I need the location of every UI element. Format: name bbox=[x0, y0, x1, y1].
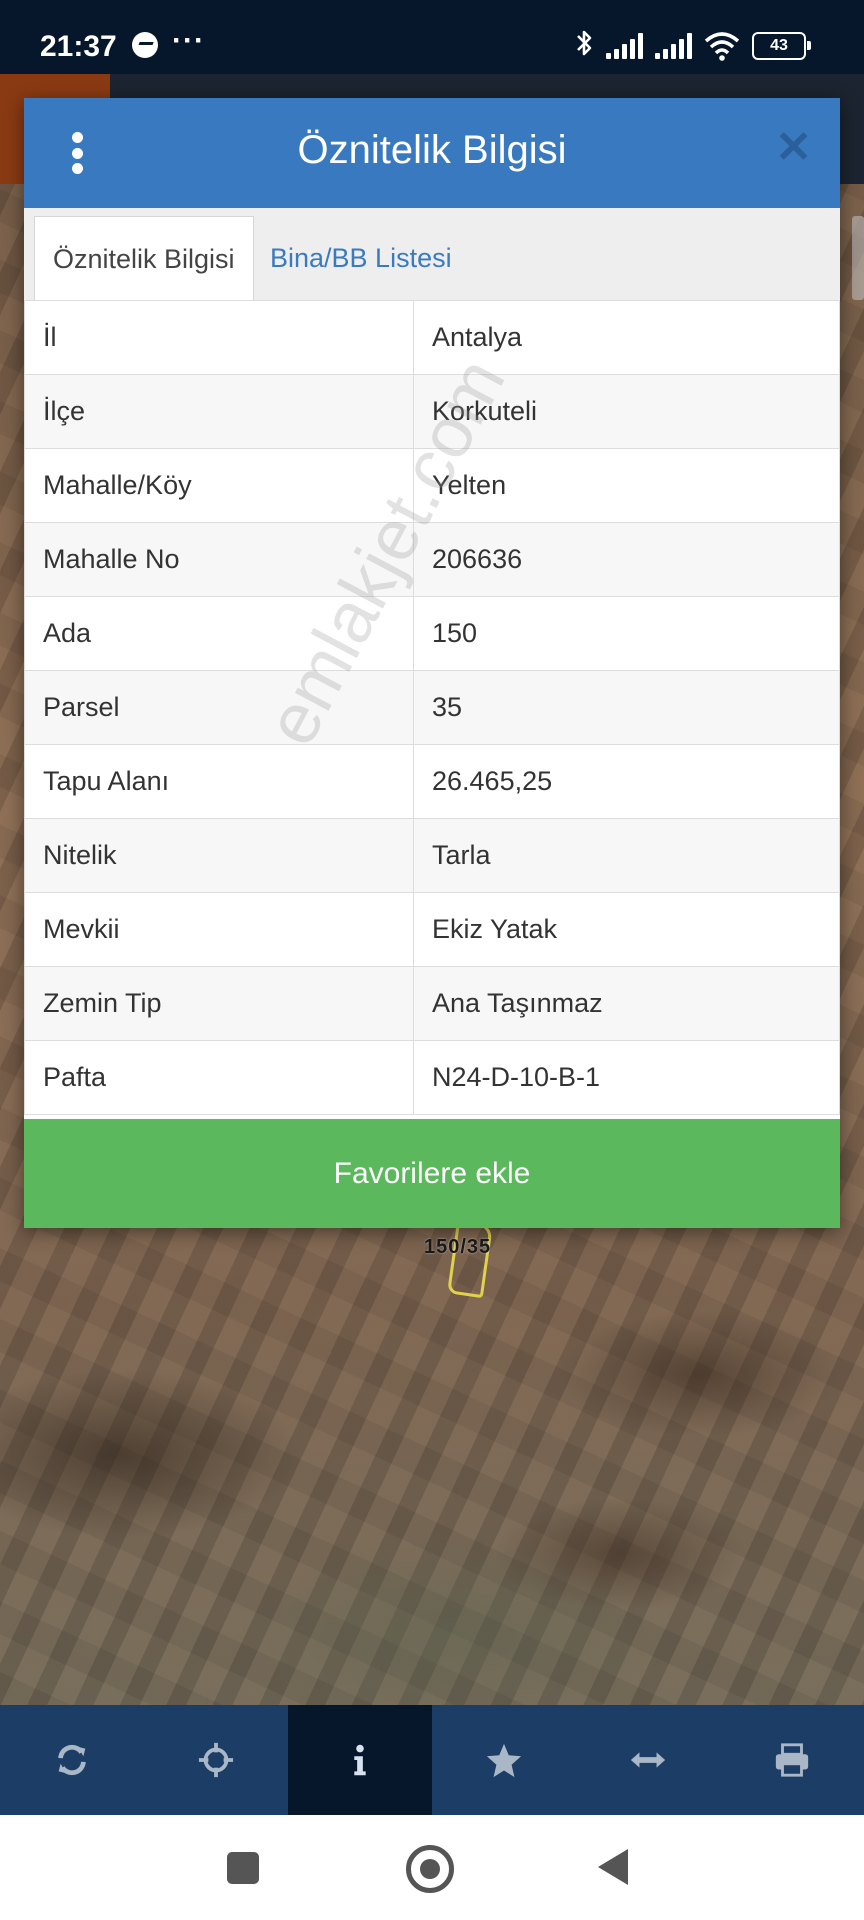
tab-attribute-info[interactable]: Öznitelik Bilgisi bbox=[34, 216, 254, 302]
dialog-header: Öznitelik Bilgisi ✕ bbox=[24, 98, 840, 208]
signal-icon-2 bbox=[655, 33, 692, 59]
print-icon bbox=[775, 1743, 809, 1777]
row-key: Mevkii bbox=[24, 892, 414, 967]
map-scrollbar[interactable] bbox=[852, 216, 864, 300]
attribute-table: İl Antalya İlçe Korkuteli Mahalle/Köy Yelte… bbox=[24, 300, 840, 1115]
row-value: 35 bbox=[413, 670, 840, 745]
table-row: Tapu Alanı 26.465,25 bbox=[24, 744, 840, 819]
row-value: 150 bbox=[413, 596, 840, 671]
row-value: N24-D-10-B-1 bbox=[413, 1040, 840, 1115]
row-key: Zemin Tip bbox=[24, 966, 414, 1041]
row-value: Korkuteli bbox=[413, 374, 840, 449]
row-key: Pafta bbox=[24, 1040, 414, 1115]
print-button[interactable] bbox=[720, 1705, 864, 1815]
row-value: Ana Taşınmaz bbox=[413, 966, 840, 1041]
row-value: Ekiz Yatak bbox=[413, 892, 840, 967]
parcel-label: 150/35 bbox=[424, 1236, 492, 1258]
messenger-icon bbox=[132, 32, 158, 58]
row-key: Mahalle/Köy bbox=[24, 448, 414, 523]
system-nav-bar bbox=[0, 1815, 864, 1920]
bottom-toolbar bbox=[0, 1705, 864, 1815]
row-value: Tarla bbox=[413, 818, 840, 893]
back-button[interactable] bbox=[598, 1849, 628, 1885]
info-icon bbox=[354, 1744, 366, 1776]
table-row: Mahalle No 206636 bbox=[24, 522, 840, 597]
info-button[interactable] bbox=[288, 1705, 432, 1815]
add-favorite-button[interactable]: Favorilere ekle bbox=[24, 1119, 840, 1228]
refresh-icon bbox=[58, 1744, 86, 1776]
row-key: Nitelik bbox=[24, 818, 414, 893]
tab-bar: Öznitelik Bilgisi Bina/BB Listesi bbox=[24, 208, 840, 302]
row-key: Mahalle No bbox=[24, 522, 414, 597]
table-row: İl Antalya bbox=[24, 300, 840, 375]
table-row: Ada 150 bbox=[24, 596, 840, 671]
row-key: Parsel bbox=[24, 670, 414, 745]
row-key: İl bbox=[24, 300, 414, 375]
row-key: Ada bbox=[24, 596, 414, 671]
table-row: Mahalle/Köy Yelten bbox=[24, 448, 840, 523]
status-bar: 21:37 ··· 43 bbox=[0, 0, 864, 74]
close-icon[interactable]: ✕ bbox=[775, 126, 812, 170]
crosshairs-icon bbox=[198, 1742, 234, 1778]
battery-icon: 43 bbox=[752, 32, 811, 60]
status-time: 21:37 bbox=[40, 30, 117, 63]
dialog-title: Öznitelik Bilgisi bbox=[297, 128, 567, 172]
locate-button[interactable] bbox=[144, 1705, 288, 1815]
table-row: İlçe Korkuteli bbox=[24, 374, 840, 449]
status-icons: 43 bbox=[574, 28, 811, 64]
table-row: Parsel 35 bbox=[24, 670, 840, 745]
table-row: Zemin Tip Ana Taşınmaz bbox=[24, 966, 840, 1041]
row-value: Yelten bbox=[413, 448, 840, 523]
table-row: Mevkii Ekiz Yatak bbox=[24, 892, 840, 967]
more-notifications-icon: ··· bbox=[172, 24, 205, 57]
table-row: Nitelik Tarla bbox=[24, 818, 840, 893]
row-key: İlçe bbox=[24, 374, 414, 449]
favorites-button[interactable] bbox=[432, 1705, 576, 1815]
tab-building-list[interactable]: Bina/BB Listesi bbox=[270, 216, 452, 300]
measure-button[interactable] bbox=[576, 1705, 720, 1815]
signal-icon bbox=[606, 33, 643, 59]
recents-button[interactable] bbox=[227, 1852, 259, 1884]
row-value: 26.465,25 bbox=[413, 744, 840, 819]
row-value: Antalya bbox=[413, 300, 840, 375]
row-value: 206636 bbox=[413, 522, 840, 597]
star-icon bbox=[486, 1743, 522, 1778]
bluetooth-icon bbox=[574, 28, 594, 64]
table-row: Pafta N24-D-10-B-1 bbox=[24, 1040, 840, 1115]
arrows-horizontal-icon bbox=[630, 1752, 666, 1768]
row-key: Tapu Alanı bbox=[24, 744, 414, 819]
attribute-dialog: Öznitelik Bilgisi ✕ Öznitelik Bilgisi Bi… bbox=[24, 98, 840, 1228]
home-button[interactable] bbox=[406, 1845, 454, 1893]
refresh-button[interactable] bbox=[0, 1705, 144, 1815]
wifi-icon bbox=[704, 31, 740, 61]
